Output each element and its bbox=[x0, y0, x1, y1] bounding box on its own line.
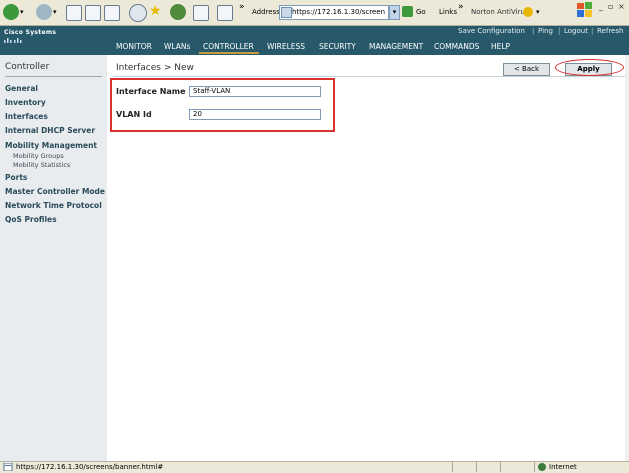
security-zone-label: Internet bbox=[549, 463, 577, 471]
maximize-icon[interactable]: ▫ bbox=[608, 2, 613, 11]
back-arrow-icon[interactable] bbox=[3, 4, 19, 20]
save-configuration-link[interactable]: Save Configuration bbox=[458, 27, 525, 35]
links-overflow-icon[interactable]: » bbox=[458, 2, 464, 12]
page-icon bbox=[281, 7, 292, 18]
menu-wireless[interactable]: WIRELESS bbox=[267, 42, 305, 51]
status-divider bbox=[500, 462, 501, 472]
sidebar-item-mobility-management[interactable]: Mobility Management bbox=[5, 141, 97, 150]
norton-icon[interactable] bbox=[523, 7, 533, 17]
home-icon[interactable] bbox=[104, 5, 120, 21]
sidebar-item-qos-profiles[interactable]: QoS Profiles bbox=[5, 215, 57, 224]
interface-name-input[interactable] bbox=[189, 86, 321, 97]
address-dropdown-icon[interactable]: ▾ bbox=[389, 5, 400, 20]
menu-controller[interactable]: CONTROLLER bbox=[203, 42, 254, 51]
cisco-logo-icon bbox=[4, 36, 44, 43]
sidebar-subitem-mobility-statistics[interactable]: Mobility Statistics bbox=[13, 161, 70, 169]
windows-logo-icon bbox=[575, 0, 595, 20]
sidebar-item-ports[interactable]: Ports bbox=[5, 173, 27, 182]
cisco-logo: Cisco Systems bbox=[4, 29, 57, 36]
page-status-icon bbox=[3, 462, 13, 472]
interface-name-label: Interface Name bbox=[116, 87, 186, 96]
internet-zone-icon bbox=[538, 463, 546, 471]
stop-icon[interactable] bbox=[66, 5, 82, 21]
menu-help[interactable]: HELP bbox=[491, 42, 510, 51]
toolbar-overflow-icon[interactable]: » bbox=[239, 2, 245, 12]
menu-management[interactable]: MANAGEMENT bbox=[369, 42, 423, 51]
link-divider: | bbox=[532, 27, 535, 35]
refresh-link[interactable]: Refresh bbox=[597, 27, 623, 35]
status-url: https://172.16.1.30/screens/banner.html# bbox=[16, 463, 164, 471]
vlan-id-input[interactable] bbox=[189, 109, 321, 120]
mail-icon[interactable] bbox=[193, 5, 209, 21]
norton-antivirus-label[interactable]: Norton AntiVirus bbox=[471, 8, 529, 16]
status-divider bbox=[452, 462, 453, 472]
sidebar-item-general[interactable]: General bbox=[5, 84, 38, 93]
sidebar-item-inventory[interactable]: Inventory bbox=[5, 98, 46, 107]
apply-highlight-ellipse bbox=[555, 59, 624, 76]
title-divider bbox=[113, 76, 625, 77]
sidebar-item-master-controller-mode[interactable]: Master Controller Mode bbox=[5, 187, 105, 196]
go-button[interactable]: Go bbox=[416, 8, 426, 16]
address-label: Address bbox=[252, 8, 280, 16]
scrollbar[interactable] bbox=[625, 55, 629, 461]
print-icon[interactable] bbox=[217, 5, 233, 21]
menu-monitor[interactable]: MONITOR bbox=[116, 42, 152, 51]
sidebar-item-interfaces[interactable]: Interfaces bbox=[5, 112, 48, 121]
status-divider bbox=[534, 462, 535, 472]
back-button[interactable]: < Back bbox=[503, 63, 550, 76]
forward-arrow-icon[interactable] bbox=[36, 4, 52, 20]
norton-dropdown-icon[interactable]: ▾ bbox=[536, 8, 540, 16]
menu-security[interactable]: SECURITY bbox=[319, 42, 356, 51]
sidebar-item-internal-dhcp-server[interactable]: Internal DHCP Server bbox=[5, 126, 95, 135]
logout-link[interactable]: Logout bbox=[564, 27, 588, 35]
sidebar-item-network-time-protocol[interactable]: Network Time Protocol bbox=[5, 201, 102, 210]
app-header bbox=[0, 26, 629, 55]
back-dropdown-icon[interactable]: ▾ bbox=[20, 8, 24, 16]
close-icon[interactable]: × bbox=[618, 2, 625, 11]
status-divider bbox=[476, 462, 477, 472]
minimize-icon[interactable]: _ bbox=[599, 2, 603, 11]
link-divider: | bbox=[591, 27, 594, 35]
ping-link[interactable]: Ping bbox=[538, 27, 553, 35]
links-label[interactable]: Links bbox=[439, 8, 457, 16]
favorites-star-icon[interactable]: ★ bbox=[149, 3, 162, 19]
page-title: Interfaces > New bbox=[116, 63, 194, 73]
sidebar-subitem-mobility-groups[interactable]: Mobility Groups bbox=[13, 152, 64, 160]
active-tab-indicator bbox=[199, 52, 259, 54]
history-icon[interactable] bbox=[170, 4, 186, 20]
link-divider: | bbox=[558, 27, 561, 35]
menu-commands[interactable]: COMMANDS bbox=[434, 42, 479, 51]
address-url[interactable]: https://172.16.1.30/screens/frame bbox=[292, 8, 385, 16]
refresh-icon[interactable] bbox=[85, 5, 101, 21]
forward-dropdown-icon[interactable]: ▾ bbox=[53, 8, 57, 16]
vlan-id-label: VLAN Id bbox=[116, 110, 152, 119]
sidebar-title: Controller bbox=[5, 62, 50, 72]
menu-wlans[interactable]: WLANs bbox=[164, 42, 190, 51]
search-icon[interactable] bbox=[129, 4, 147, 22]
sidebar-divider bbox=[5, 76, 102, 77]
go-arrow-icon[interactable] bbox=[402, 6, 413, 17]
